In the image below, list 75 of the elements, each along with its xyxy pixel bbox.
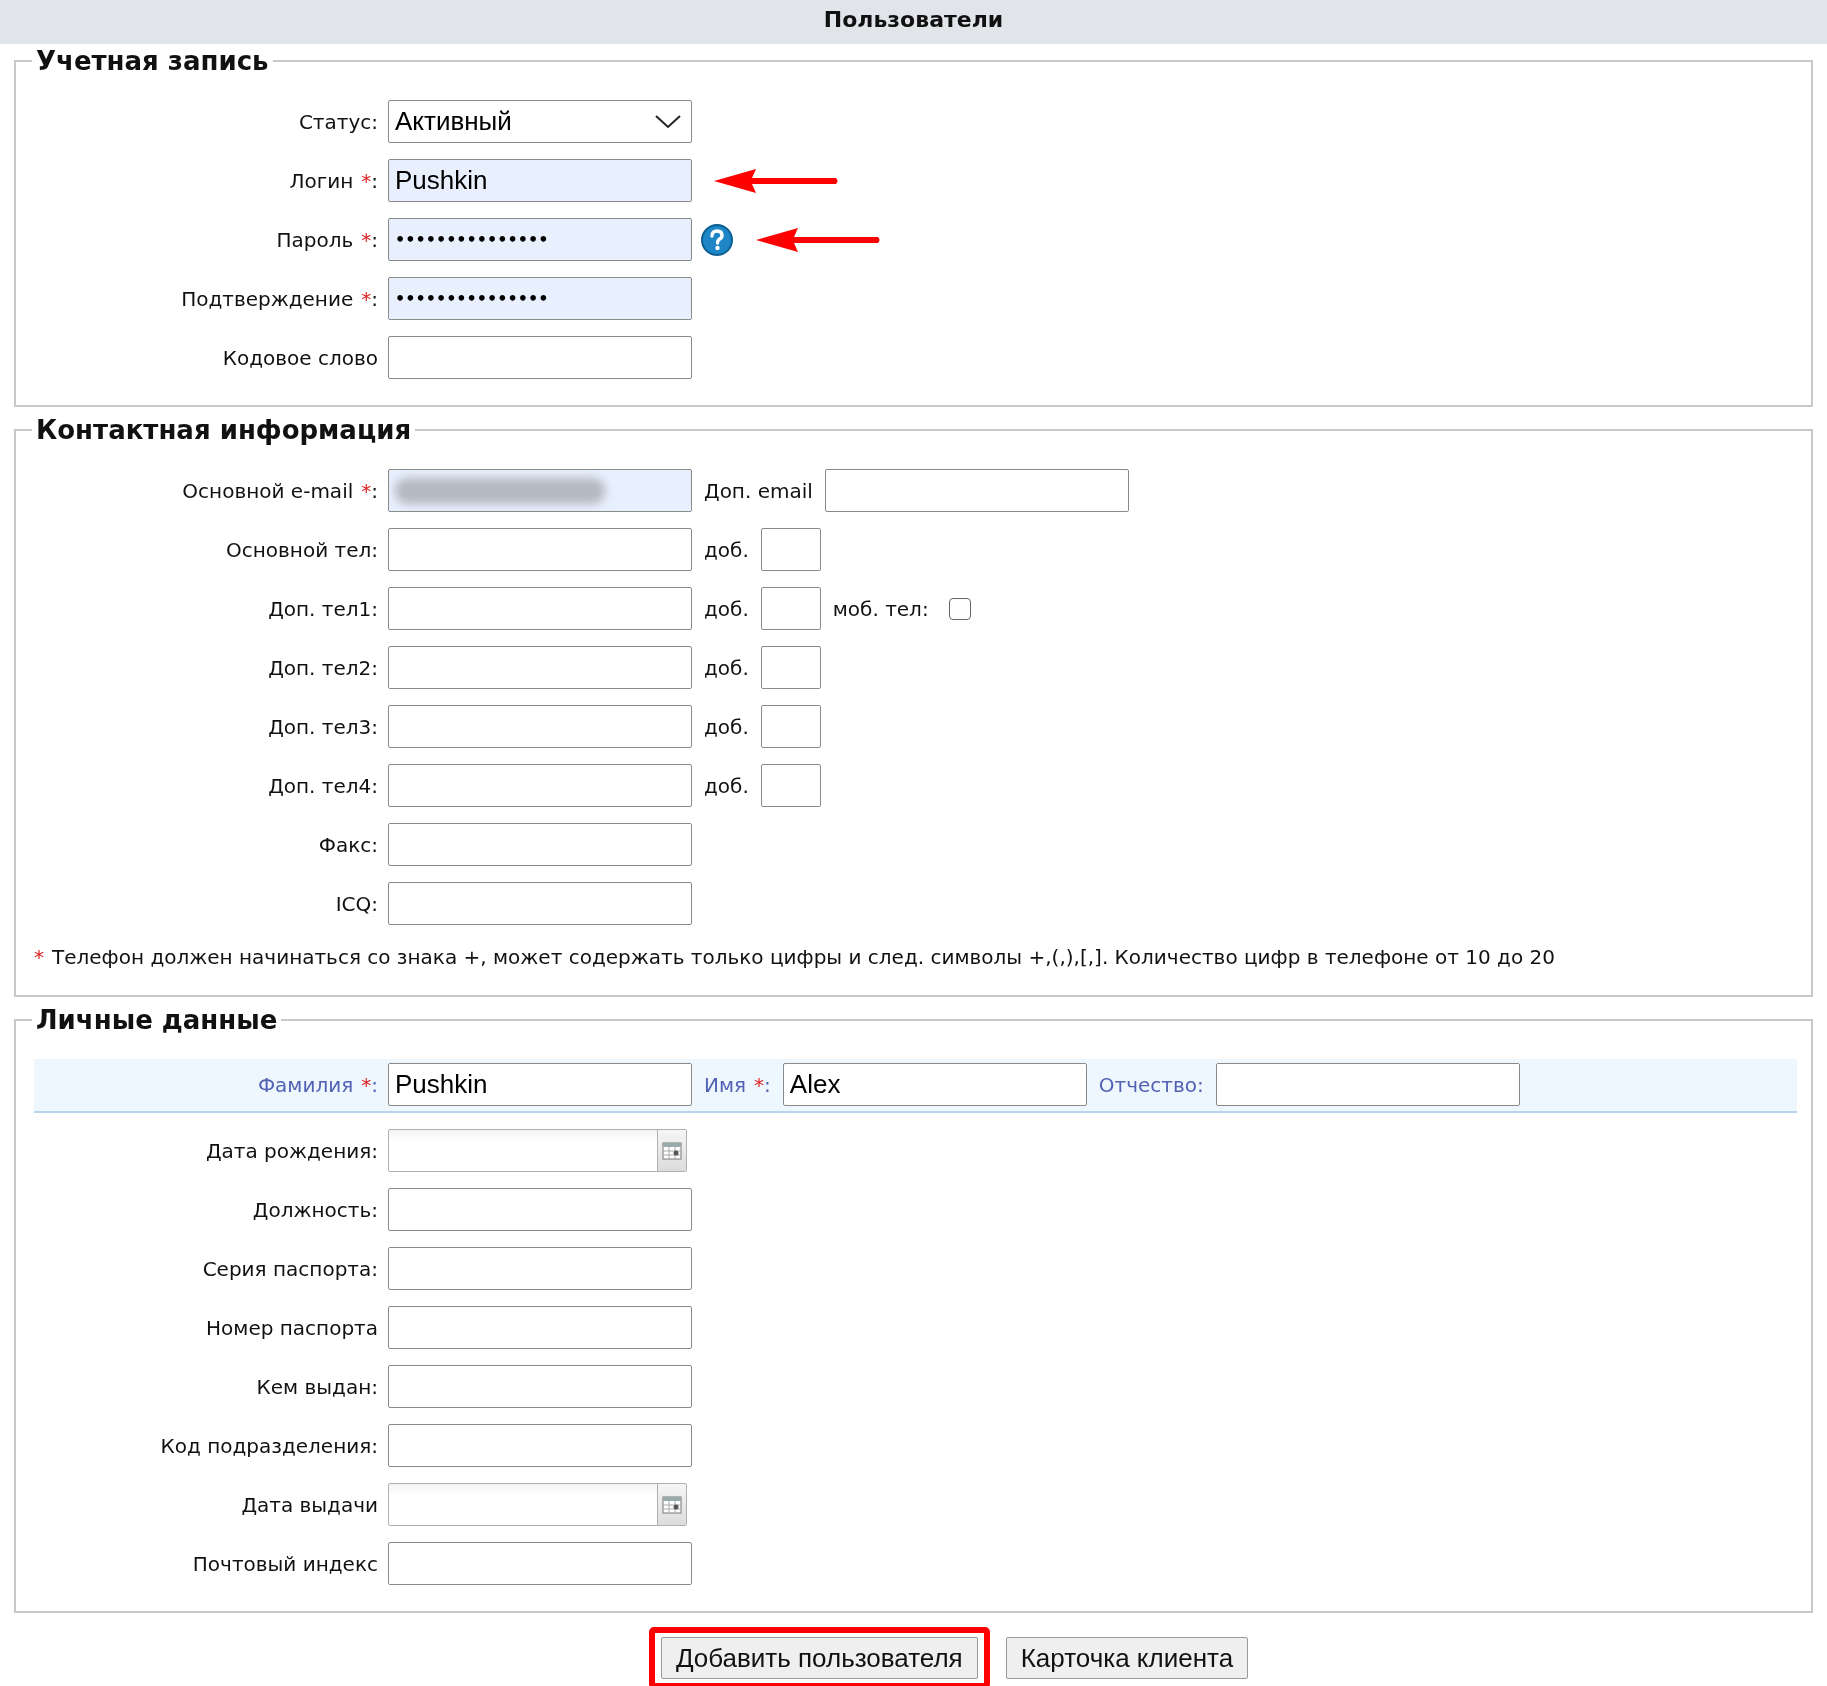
section-title: Учетная запись (35, 46, 270, 76)
calendar-icon[interactable] (662, 1141, 682, 1160)
input-field[interactable] (760, 705, 821, 748)
input-field[interactable] (760, 764, 821, 807)
field-label: доб. (704, 773, 749, 798)
add-user-button[interactable]: Добавить пользователя (660, 1637, 978, 1679)
field-label: Факс: (317, 832, 378, 857)
field-label: Серия паспорта: (201, 1256, 378, 1281)
field-label: Имя *: (704, 1072, 771, 1097)
input-field[interactable] (760, 528, 821, 571)
input-field[interactable] (388, 1247, 692, 1290)
help-icon[interactable] (700, 222, 734, 257)
field-label: Доп. тел1: (267, 596, 378, 621)
field-label: моб. тел: (832, 596, 929, 621)
input-field[interactable] (388, 1188, 692, 1231)
client-card-button[interactable]: Карточка клиента (1005, 1637, 1249, 1679)
field-label: Логин *: (288, 168, 378, 193)
input-field[interactable] (388, 1424, 692, 1467)
section-title: Контактная информация (35, 415, 413, 445)
input-field[interactable] (388, 587, 692, 630)
field-label: Дата выдачи (240, 1492, 378, 1517)
input-field[interactable] (388, 469, 692, 512)
password-field[interactable]: ••••••••••••••• (388, 277, 692, 320)
input-field[interactable]: Pushkin (388, 159, 692, 202)
input-field[interactable] (388, 882, 692, 925)
field-label: Должность: (251, 1197, 378, 1222)
field-label: доб. (704, 714, 749, 739)
field-label: Доп. email (704, 478, 813, 503)
field-label: Кодовое слово (221, 345, 378, 370)
field-label: ICQ: (334, 891, 378, 916)
field-label: Код подразделения: (159, 1433, 378, 1458)
password-field[interactable]: ••••••••••••••• (388, 218, 692, 261)
chevron-down-icon (655, 114, 681, 129)
field-label: Пароль *: (275, 227, 378, 252)
field-label: Кем выдан: (255, 1374, 378, 1399)
field-label: Дата рождения: (204, 1138, 378, 1163)
field-label: Доп. тел2: (267, 655, 378, 680)
input-field[interactable] (388, 1306, 692, 1349)
input-field[interactable] (388, 528, 692, 571)
input-field[interactable] (388, 1365, 692, 1408)
arrow-icon (714, 167, 840, 194)
field-label: Почтовый индекс (191, 1551, 378, 1576)
input-field[interactable] (760, 587, 821, 630)
section-title: Личные данные (35, 1005, 279, 1035)
field-label: доб. (704, 537, 749, 562)
page-title: Пользователи (823, 7, 1004, 32)
input-field[interactable] (388, 705, 692, 748)
field-label: Доп. тел4: (267, 773, 378, 798)
field-label: доб. (704, 655, 749, 680)
input-field[interactable] (1215, 1063, 1520, 1106)
field-label: Статус: (297, 109, 378, 134)
mobile-checkbox[interactable] (948, 597, 971, 620)
input-field[interactable]: Pushkin (388, 1063, 692, 1106)
arrow-icon (756, 226, 882, 253)
input-field[interactable] (388, 1542, 692, 1585)
input-field[interactable]: Alex (782, 1063, 1087, 1106)
input-field[interactable] (388, 823, 692, 866)
date-field[interactable] (388, 1129, 687, 1172)
field-label: Номер паспорта (205, 1315, 378, 1340)
input-field[interactable] (760, 646, 821, 689)
date-field[interactable] (388, 1483, 687, 1526)
field-label: Доп. тел3: (267, 714, 378, 739)
field-label: Основной тел: (225, 537, 378, 562)
phone-format-note: * Телефон должен начинаться со знака +, может содержать только цифры и след. символы +,(,),[,]. Количество цифр в телефоне от 10 до 20 (34, 945, 1556, 969)
input-field[interactable] (824, 469, 1129, 512)
status-dropdown[interactable]: Активный (388, 100, 692, 143)
field-label: Отчество: (1098, 1072, 1204, 1097)
field-label: Основной e-mail *: (181, 478, 378, 503)
input-field[interactable] (388, 646, 692, 689)
calendar-icon[interactable] (662, 1495, 682, 1514)
field-label: Фамилия *: (256, 1072, 378, 1097)
field-label: доб. (704, 596, 749, 621)
input-field[interactable] (388, 764, 692, 807)
input-field[interactable] (388, 336, 692, 379)
field-label: Подтверждение *: (180, 286, 378, 311)
